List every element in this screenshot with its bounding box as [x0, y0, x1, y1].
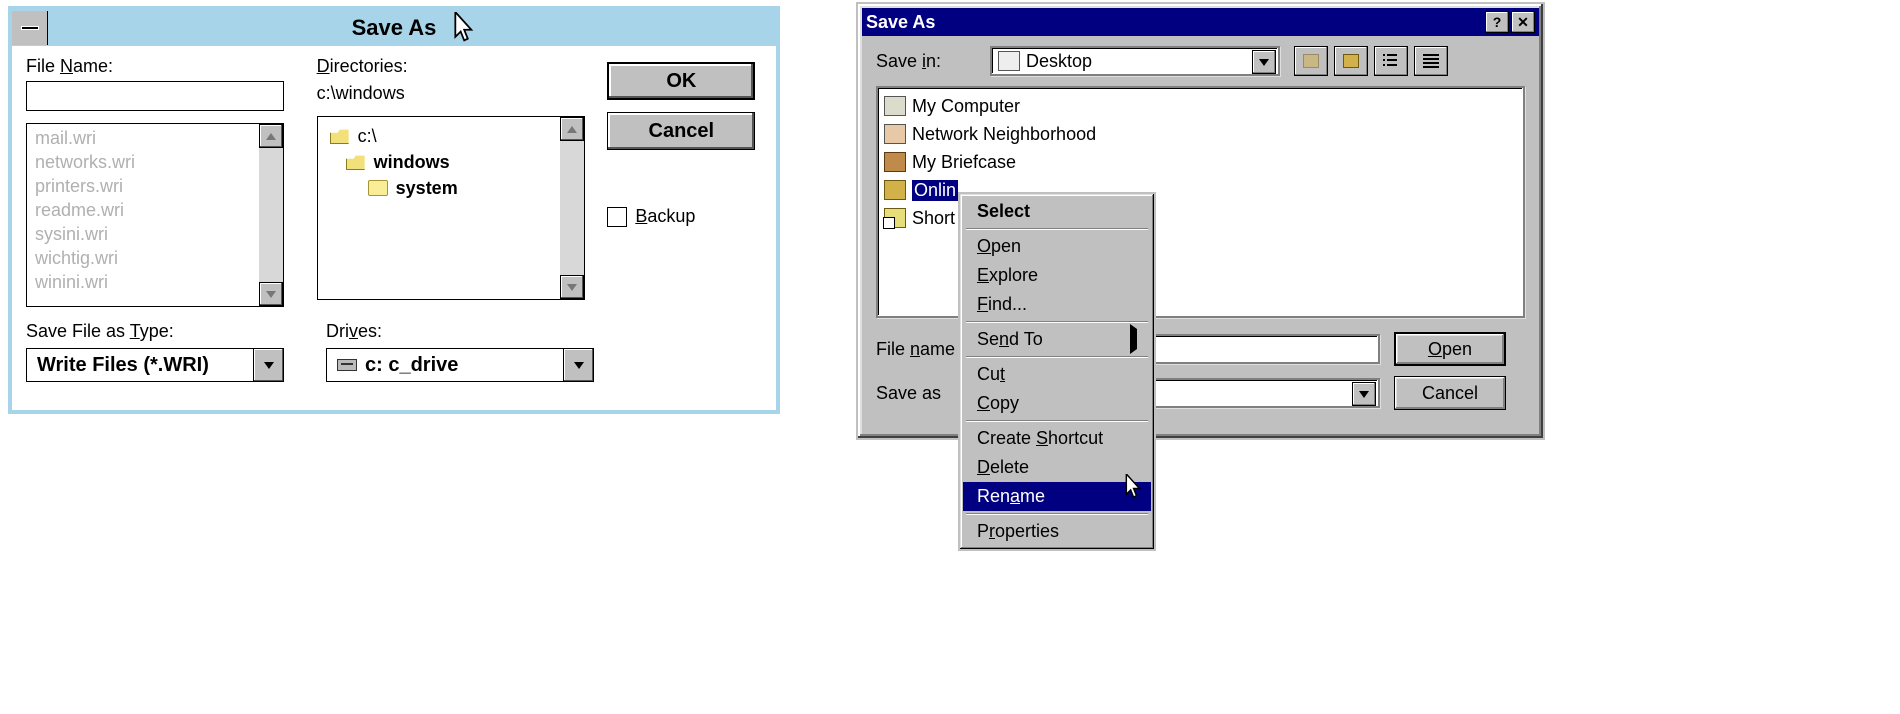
drives-value: c: c_drive — [365, 354, 458, 377]
list-item[interactable]: printers.wri — [27, 174, 259, 198]
menu-item-explore[interactable]: Explore — [963, 261, 1151, 290]
submenu-arrow-icon — [1130, 329, 1137, 350]
menu-item-delete[interactable]: Delete — [963, 453, 1151, 482]
tree-item[interactable]: windows — [324, 149, 560, 175]
computer-icon — [884, 96, 906, 116]
scroll-down-button[interactable] — [259, 282, 283, 306]
current-path: c:\windows — [317, 83, 590, 104]
directory-tree[interactable]: c:\ windows system — [318, 117, 584, 207]
up-one-level-button[interactable] — [1294, 46, 1328, 76]
file-list[interactable]: mail.wri networks.wri printers.wri readm… — [27, 124, 283, 294]
dropdown-button[interactable] — [1252, 50, 1276, 74]
ok-button[interactable]: OK — [607, 62, 755, 100]
filetype-value: Write Files (*.WRI) — [37, 354, 209, 377]
win95-title-text: Save As — [866, 12, 935, 33]
filename-input[interactable] — [26, 81, 284, 111]
list-item-briefcase[interactable]: My Briefcase — [884, 148, 1517, 176]
savein-combo[interactable]: Desktop — [990, 46, 1280, 76]
menu-item-cut[interactable]: Cut — [963, 360, 1151, 389]
win31-title-text: Save As — [48, 15, 740, 41]
scroll-up-button[interactable] — [259, 124, 283, 148]
list-item[interactable]: winini.wri — [27, 270, 259, 294]
win31-saveas-dialog: Save As File Name: mail.wri networks.wri… — [8, 6, 780, 414]
cancel-button[interactable]: Cancel — [607, 112, 755, 150]
toolbar — [1294, 46, 1448, 76]
cursor-icon — [1125, 474, 1145, 505]
scroll-down-button[interactable] — [560, 275, 584, 299]
menu-item-open[interactable]: Open — [963, 232, 1151, 261]
menu-item-sendto[interactable]: Send To — [963, 325, 1151, 354]
savein-label: Save in: — [876, 51, 976, 72]
win95-titlebar[interactable]: Save As ? ✕ — [862, 8, 1539, 36]
separator — [966, 420, 1148, 422]
list-item-mycomputer[interactable]: My Computer — [884, 92, 1517, 120]
separator — [966, 228, 1148, 230]
dropdown-button[interactable] — [1352, 382, 1376, 406]
list-view-button[interactable] — [1374, 46, 1408, 76]
list-item[interactable]: readme.wri — [27, 198, 259, 222]
menu-item-copy[interactable]: Copy — [963, 389, 1151, 418]
scrollbar[interactable] — [560, 117, 584, 299]
new-folder-button[interactable] — [1334, 46, 1368, 76]
win31-titlebar[interactable]: Save As — [12, 10, 776, 46]
menu-item-properties[interactable]: Properties — [963, 517, 1151, 546]
context-menu[interactable]: Select Open Explore Find... Send To Cut … — [958, 192, 1156, 551]
system-menu-button[interactable] — [12, 11, 48, 45]
scroll-track[interactable] — [560, 141, 584, 275]
filetype-label: Save File as Type: — [26, 321, 308, 342]
folder-open-icon — [346, 154, 366, 170]
win31-body: File Name: mail.wri networks.wri printer… — [12, 46, 776, 392]
backup-checkbox[interactable]: Backup — [607, 206, 762, 227]
list-item[interactable]: networks.wri — [27, 150, 259, 174]
list-item-network[interactable]: Network Neighborhood — [884, 120, 1517, 148]
menu-item-rename[interactable]: Rename — [963, 482, 1151, 511]
directories-label: Directories: — [317, 56, 590, 77]
filetype-combo[interactable]: Write Files (*.WRI) — [26, 348, 284, 382]
context-menu-header: Select — [963, 197, 1151, 226]
checkbox-icon — [607, 207, 627, 227]
drive-icon — [337, 359, 357, 371]
briefcase-icon — [884, 152, 906, 172]
drives-label: Drives: — [326, 321, 608, 342]
folder-open-icon — [330, 128, 350, 144]
scroll-track[interactable] — [259, 148, 283, 282]
open-button[interactable]: Open — [1394, 332, 1506, 366]
close-button[interactable]: ✕ — [1511, 11, 1535, 33]
savein-value: Desktop — [1026, 51, 1092, 72]
folder-closed-icon — [368, 180, 388, 196]
list-item[interactable]: sysini.wri — [27, 222, 259, 246]
filename-label: File Name: — [26, 56, 299, 77]
cursor-icon — [454, 12, 478, 44]
dropdown-button[interactable] — [253, 349, 283, 381]
list-item[interactable]: wichtig.wri — [27, 246, 259, 270]
folder-icon — [884, 180, 906, 200]
network-icon — [884, 124, 906, 144]
desktop-icon — [998, 51, 1020, 71]
separator — [966, 321, 1148, 323]
cancel-button[interactable]: Cancel — [1394, 376, 1506, 410]
dropdown-button[interactable] — [563, 349, 593, 381]
details-view-button[interactable] — [1414, 46, 1448, 76]
separator — [966, 513, 1148, 515]
tree-item[interactable]: system — [324, 175, 560, 201]
separator — [966, 356, 1148, 358]
scroll-up-button[interactable] — [560, 117, 584, 141]
shortcut-icon — [884, 208, 906, 228]
menu-item-shortcut[interactable]: Create Shortcut — [963, 424, 1151, 453]
drives-combo[interactable]: c: c_drive — [326, 348, 594, 382]
scrollbar[interactable] — [259, 124, 283, 306]
tree-item[interactable]: c:\ — [324, 123, 560, 149]
help-button[interactable]: ? — [1485, 11, 1509, 33]
menu-item-find[interactable]: Find... — [963, 290, 1151, 319]
list-item[interactable]: mail.wri — [27, 126, 259, 150]
